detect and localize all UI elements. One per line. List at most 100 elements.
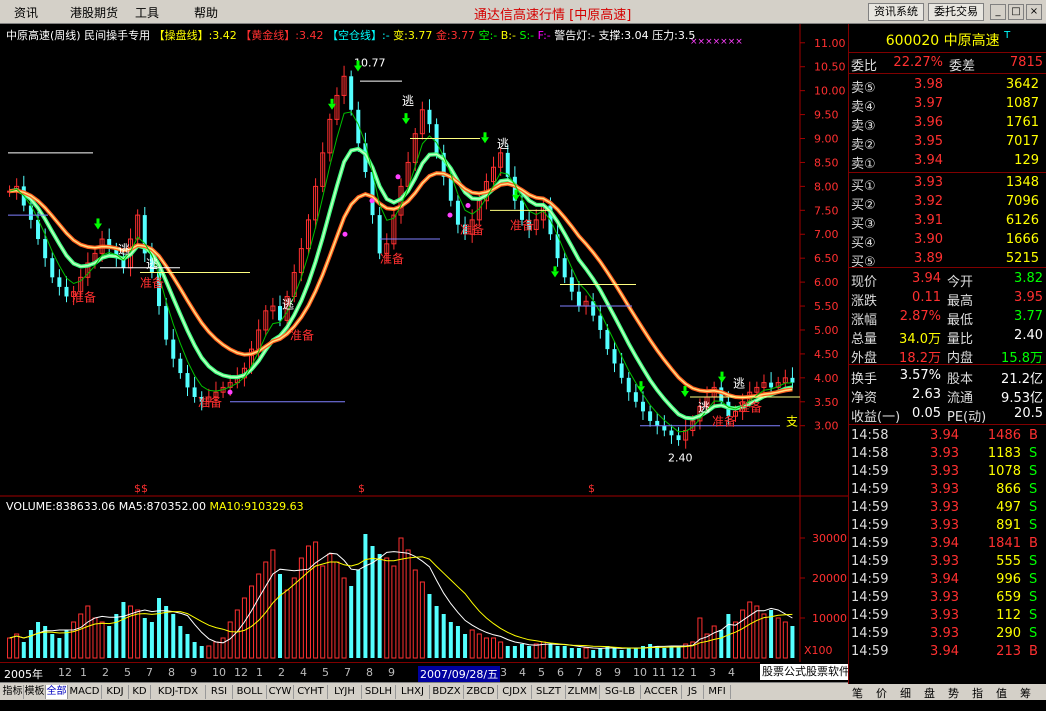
stat-row-1-label: 涨跌: [851, 294, 878, 309]
right-tab-1[interactable]: 价: [876, 685, 887, 701]
right-tab-3[interactable]: 盘: [924, 685, 935, 701]
buy-row[interactable]: 买④ 3.90 1666: [849, 231, 1046, 251]
volume-bar: [157, 598, 162, 658]
indicator-tab-boll[interactable]: BOLL: [233, 685, 267, 699]
tick-row[interactable]: 14:59 3.93 497 S: [849, 499, 1046, 517]
indicator-tab-lhxj[interactable]: LHXJ: [396, 685, 430, 699]
indicator-tab-slzt[interactable]: SLZT: [532, 685, 566, 699]
tick-row[interactable]: 14:59 3.94 213 B: [849, 643, 1046, 661]
volume-bar: [434, 606, 439, 658]
sell-volume: 1087: [1005, 96, 1039, 111]
tick-volume: 1078: [987, 464, 1021, 479]
indicator-tab-cjdx[interactable]: CJDX: [498, 685, 532, 699]
sell-row[interactable]: 卖③ 3.96 1761: [849, 114, 1046, 134]
buy-arrow-stem: [683, 385, 687, 391]
tick-time: 14:59: [851, 644, 889, 659]
sell-row[interactable]: 卖① 3.94 129: [849, 152, 1046, 172]
indicator-tab-cyw[interactable]: CYW: [267, 685, 294, 699]
menu-info[interactable]: 资讯: [14, 4, 38, 21]
minimize-icon[interactable]: _: [990, 4, 1006, 20]
stat2-row-2: 收益(一) 0.05 PE(动) 20.5: [849, 405, 1046, 425]
tick-row[interactable]: 14:59 3.93 866 S: [849, 481, 1046, 499]
tick-row[interactable]: 14:59 3.93 659 S: [849, 589, 1046, 607]
kline-chart[interactable]: 11.00 10.50 10.00 9.50 9.00 8.50 8.00 7.50 7.00 6…: [0, 24, 848, 498]
info-system-button[interactable]: 资讯系统: [868, 3, 924, 21]
menu-help[interactable]: 帮助: [194, 4, 218, 21]
right-tab-0[interactable]: 笔: [852, 685, 863, 701]
close-icon[interactable]: ×: [1026, 4, 1042, 20]
volume-bar: [142, 618, 147, 658]
tick-row[interactable]: 14:59 3.93 1078 S: [849, 463, 1046, 481]
menu-tools[interactable]: 工具: [135, 4, 159, 21]
tick-row[interactable]: 14:59 3.93 290 S: [849, 625, 1046, 643]
right-tab-6[interactable]: 值: [996, 685, 1007, 701]
maximize-icon[interactable]: □: [1008, 4, 1024, 20]
prepare-label-4: 准备: [380, 252, 404, 266]
volume-bar: [36, 622, 41, 658]
tick-row[interactable]: 14:58 3.94 1486 B: [849, 427, 1046, 445]
candle-body: [64, 286, 69, 297]
sell-row[interactable]: 卖⑤ 3.98 3642: [849, 76, 1046, 96]
right-tab-4[interactable]: 势: [948, 685, 959, 701]
indicator-tab-zbcd[interactable]: ZBCD: [464, 685, 498, 699]
buy-row[interactable]: 买⑤ 3.89 5215: [849, 250, 1046, 270]
tick-row[interactable]: 14:59 3.93 891 S: [849, 517, 1046, 535]
indicator-item-1: 【黄金线】:3.42: [236, 29, 324, 42]
sell-price: 3.94: [914, 153, 943, 168]
buy-row[interactable]: 买③ 3.91 6126: [849, 212, 1046, 232]
trade-button[interactable]: 委托交易: [928, 3, 984, 21]
indicator-tab-mfi[interactable]: MFI: [704, 685, 731, 699]
tick-row[interactable]: 14:59 3.94 996 S: [849, 571, 1046, 589]
right-tab-2[interactable]: 细: [900, 685, 911, 701]
indicator-tab-lyjh[interactable]: LYJH: [328, 685, 362, 699]
indicator-item-9: 警告灯:-: [550, 29, 595, 42]
buy-row[interactable]: 买① 3.93 1348: [849, 174, 1046, 194]
tick-row[interactable]: 14:59 3.94 1841 B: [849, 535, 1046, 553]
right-tab-5[interactable]: 指: [972, 685, 983, 701]
sell-row[interactable]: 卖④ 3.97 1087: [849, 95, 1046, 115]
indicator-tab-sg-lb[interactable]: SG-LB: [600, 685, 641, 699]
indicator-tab-kdj[interactable]: KDJ: [102, 685, 129, 699]
weibi-value: 22.27%: [893, 55, 943, 70]
quote-panel: 600020 中原高速 T 委比 22.27% 委差 7815 卖⑤ 3.98 36…: [848, 24, 1046, 684]
candle-body: [648, 411, 653, 421]
indicator-tab-js[interactable]: JS: [682, 685, 704, 699]
indicator-tab-zlmm[interactable]: ZLMM: [566, 685, 600, 699]
volume-chart[interactable]: 30000 20000 10000 X100: [0, 498, 848, 662]
indicator-tab-macd[interactable]: MACD: [68, 685, 102, 699]
tick-row[interactable]: 14:59 3.93 112 S: [849, 607, 1046, 625]
indicator-tab-kd[interactable]: KD: [129, 685, 151, 699]
stat2-row-0-label2: 股本: [947, 372, 974, 387]
tick-row[interactable]: 14:59 3.93 555 S: [849, 553, 1046, 571]
volume-bar: [192, 642, 197, 658]
app-title: 通达信高速行情 [中原高速]: [474, 8, 632, 23]
indicator-tab-accer[interactable]: ACCER: [641, 685, 682, 699]
indicator-tab-全部[interactable]: 全部: [46, 685, 68, 699]
buy-row[interactable]: 买② 3.92 7096: [849, 193, 1046, 213]
tick-row[interactable]: 14:58 3.93 1183 S: [849, 445, 1046, 463]
tick-time: 14:59: [851, 518, 889, 533]
indicator-tab-cyht[interactable]: CYHT: [294, 685, 328, 699]
indicator-tab-指标[interactable]: 指标: [2, 685, 24, 699]
sell-label: 卖②: [851, 138, 876, 153]
menu-hk-futures[interactable]: 港股期货: [70, 4, 118, 21]
sell-row[interactable]: 卖② 3.95 7017: [849, 133, 1046, 153]
indicator-tab-rsi[interactable]: RSI: [206, 685, 233, 699]
date-bar[interactable]: 2005年 12 1 2 5 7 8 9 10 12 1 2 4 5 7 8 9 2007/09/28/五 3…: [0, 662, 760, 682]
indicator-tab-sdlh[interactable]: SDLH: [362, 685, 396, 699]
year-label: 2005年: [4, 668, 43, 681]
candle-body: [57, 277, 62, 287]
indicator-tab-模板[interactable]: 模板: [24, 685, 46, 699]
month-label-2: 4: [728, 666, 735, 679]
stat2-row-1: 净资 2.63 流通 9.53亿: [849, 386, 1046, 406]
indicator-item-5: 空:-: [475, 29, 498, 42]
indicator-tab-kdj-tdx[interactable]: KDJ-TDX: [151, 685, 206, 699]
volume-bar: [633, 648, 638, 658]
month-label: 12: [58, 666, 72, 679]
month-label-2: 12: [671, 666, 685, 679]
escape-label-2: 逃: [402, 94, 414, 108]
tick-volume: 555: [996, 554, 1021, 569]
marker-dot: [447, 212, 453, 218]
right-tab-7[interactable]: 筹: [1020, 685, 1031, 701]
indicator-tab-bdzx[interactable]: BDZX: [430, 685, 464, 699]
